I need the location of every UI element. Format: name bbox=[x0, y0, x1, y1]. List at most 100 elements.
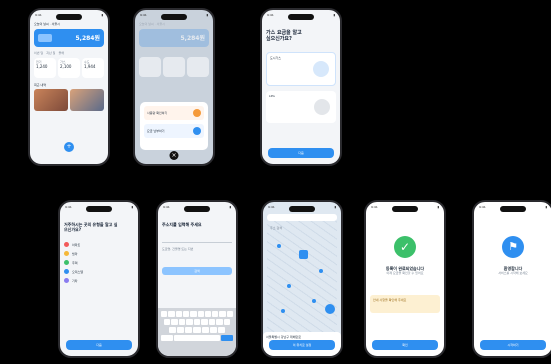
battery-icon: ▮ bbox=[334, 205, 336, 209]
news-thumbnail-image[interactable] bbox=[34, 89, 68, 111]
map-marker-icon[interactable] bbox=[319, 269, 323, 273]
status-time: 9:41 bbox=[35, 13, 42, 17]
status-bar: 9:41 ▮ bbox=[479, 205, 547, 212]
next-button[interactable]: 다음 bbox=[66, 340, 132, 350]
key[interactable] bbox=[185, 327, 193, 333]
search-button[interactable]: 검색 bbox=[162, 267, 232, 275]
address-placeholder: 도로명, 건물명 또는 지번 bbox=[162, 247, 194, 251]
start-button[interactable]: 시작하기 bbox=[480, 340, 546, 350]
next-button[interactable]: 다음 bbox=[268, 148, 334, 158]
tab-year[interactable]: 올해 bbox=[58, 51, 64, 55]
option-label: 도시가스 bbox=[270, 56, 282, 60]
option-lpg[interactable]: LPG bbox=[266, 91, 336, 123]
location-pin-icon[interactable] bbox=[299, 250, 308, 259]
key[interactable] bbox=[175, 311, 182, 317]
residence-option[interactable]: 주택 bbox=[64, 260, 134, 265]
bottom-sheet: 사용량 확인하기 요금 납부하기 bbox=[140, 102, 208, 150]
status-bar: 9:41 ▮ bbox=[140, 13, 208, 20]
key[interactable] bbox=[219, 311, 226, 317]
stat-card[interactable]: 전기 1,240 bbox=[34, 58, 56, 78]
sheet-option-usage[interactable]: 사용량 확인하기 bbox=[144, 106, 204, 120]
fab-add-button[interactable]: + bbox=[64, 142, 74, 152]
key[interactable] bbox=[177, 327, 185, 333]
apartment-icon bbox=[64, 242, 69, 247]
key[interactable] bbox=[209, 327, 217, 333]
phone-residence-type: 9:41 ▮ 거주하시는 곳의 유형을 알고 싶으신가요? 아파트 빌라 주택 오… bbox=[58, 200, 140, 358]
key-return[interactable] bbox=[221, 335, 234, 341]
key[interactable] bbox=[212, 311, 219, 317]
summary-value: 5,284원 bbox=[180, 35, 206, 42]
section-title: 최근 내역 bbox=[34, 83, 46, 87]
phone-gas-type: 9:41 ▮ 가스 요금을 알고 싶으신가요? 도시가스 LPG 다음 bbox=[260, 8, 342, 166]
notice-text: 안내 사항을 확인해 주세요 bbox=[373, 298, 407, 302]
key[interactable] bbox=[182, 311, 190, 317]
option-city-gas[interactable]: 도시가스 bbox=[266, 52, 336, 86]
key[interactable] bbox=[161, 311, 168, 317]
key[interactable] bbox=[186, 319, 193, 325]
map-marker-icon[interactable] bbox=[281, 309, 285, 313]
key[interactable] bbox=[193, 327, 201, 333]
gas-flame-icon bbox=[313, 61, 329, 77]
stat-card[interactable]: 가스 2,100 bbox=[58, 58, 80, 78]
welcome-subtitle: 서비스를 시작해 보세요 bbox=[498, 271, 528, 275]
key[interactable] bbox=[168, 311, 175, 317]
residence-option[interactable]: 오피스텔 bbox=[64, 269, 134, 274]
stat-card bbox=[139, 57, 161, 77]
phone-home-screen: 9:41 ▮ 오늘의 날씨 · 서울시 5,284원 이번 달 지난 달 올해 전… bbox=[28, 8, 110, 166]
notice-box: 안내 사항을 확인해 주세요 bbox=[370, 295, 440, 313]
key[interactable] bbox=[201, 327, 209, 333]
close-icon[interactable]: × bbox=[169, 151, 179, 160]
tab-last-month[interactable]: 지난 달 bbox=[46, 51, 55, 55]
address-input[interactable]: 도로명, 건물명 또는 지번 bbox=[162, 235, 232, 251]
option-label: 아파트 bbox=[72, 242, 81, 247]
status-time: 9:41 bbox=[479, 205, 486, 209]
other-icon bbox=[64, 278, 69, 283]
battery-icon: ▮ bbox=[333, 13, 335, 17]
stat-card[interactable]: 수도 1,944 bbox=[82, 58, 104, 78]
battery-icon: ▮ bbox=[206, 13, 208, 17]
current-location-button[interactable] bbox=[325, 304, 335, 314]
officetel-icon bbox=[64, 269, 69, 274]
residence-option[interactable]: 기타 bbox=[64, 278, 134, 283]
status-bar: 9:41 ▮ bbox=[35, 13, 103, 20]
status-time: 9:41 bbox=[65, 205, 72, 209]
key-number-toggle[interactable] bbox=[161, 335, 173, 341]
map-marker-icon[interactable] bbox=[277, 244, 281, 248]
key[interactable] bbox=[197, 311, 204, 317]
news-thumbnail-image[interactable] bbox=[70, 89, 104, 111]
key[interactable] bbox=[217, 327, 225, 333]
question-title: 주소지를 입력해 주세요 bbox=[162, 222, 202, 227]
key[interactable] bbox=[204, 311, 212, 317]
summary-card[interactable]: 5,284원 bbox=[34, 29, 104, 47]
residence-option[interactable]: 아파트 bbox=[64, 242, 134, 247]
map-search-input[interactable]: 주소 검색 bbox=[267, 214, 337, 230]
status-time: 9:41 bbox=[267, 13, 274, 17]
key[interactable] bbox=[169, 327, 177, 333]
key[interactable] bbox=[223, 319, 230, 325]
key[interactable] bbox=[216, 319, 223, 325]
card-icon bbox=[193, 127, 201, 135]
key[interactable] bbox=[201, 319, 208, 325]
map-marker-icon[interactable] bbox=[287, 284, 291, 288]
map-marker-icon[interactable] bbox=[312, 299, 316, 303]
option-label: 기타 bbox=[72, 278, 78, 283]
key[interactable] bbox=[178, 319, 186, 325]
confirm-button[interactable]: 확인 bbox=[372, 340, 438, 350]
phone-address-input: 9:41 ▮ 주소지를 입력해 주세요 도로명, 건물명 또는 지번 검색 bbox=[156, 200, 238, 358]
residence-option[interactable]: 빌라 bbox=[64, 251, 134, 256]
key-space[interactable] bbox=[173, 335, 221, 341]
key[interactable] bbox=[193, 319, 201, 325]
key[interactable] bbox=[208, 319, 216, 325]
keyboard[interactable] bbox=[158, 308, 236, 356]
key[interactable] bbox=[190, 311, 197, 317]
tab-month[interactable]: 이번 달 bbox=[34, 51, 43, 55]
set-location-button[interactable]: 이 위치로 설정 bbox=[269, 340, 335, 350]
key[interactable] bbox=[226, 311, 233, 317]
battery-icon: ▮ bbox=[101, 13, 103, 17]
key[interactable] bbox=[171, 319, 178, 325]
status-time: 9:41 bbox=[140, 13, 147, 17]
key[interactable] bbox=[164, 319, 171, 325]
sheet-option-payment[interactable]: 요금 납부하기 bbox=[144, 124, 204, 138]
battery-icon: ▮ bbox=[131, 205, 133, 209]
map-view[interactable]: 주소 검색 서울특별시 강남구 테헤란로 이 위치로 설정 bbox=[263, 214, 341, 356]
